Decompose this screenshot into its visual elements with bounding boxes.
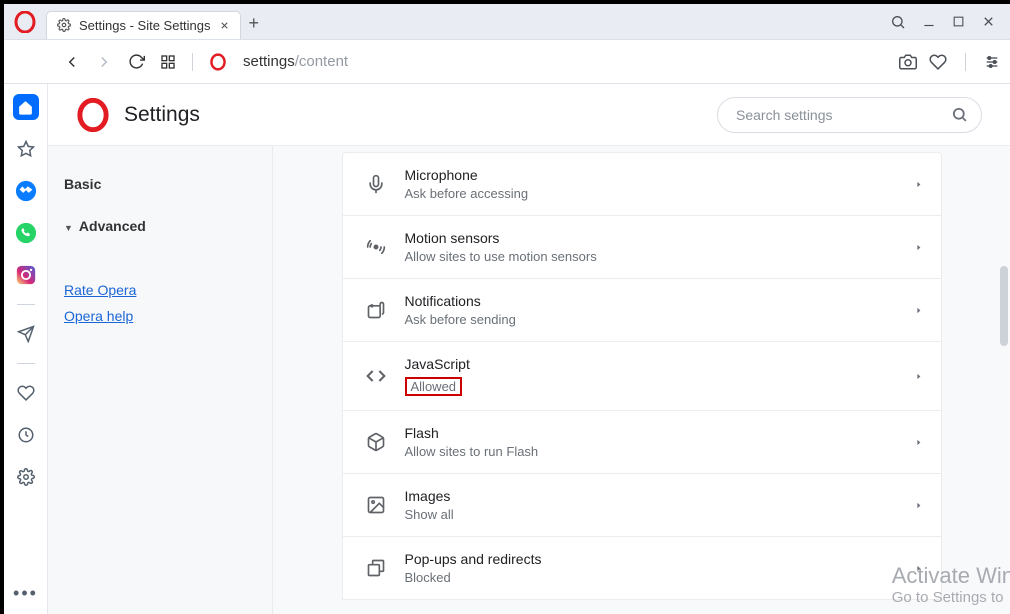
motion-icon (361, 237, 391, 257)
close-button[interactable] (981, 14, 996, 29)
search-icon (951, 106, 968, 123)
new-tab-button[interactable]: + (249, 13, 260, 34)
tab-close-button[interactable] (219, 20, 230, 31)
row-title: Pop-ups and redirects (405, 551, 914, 567)
setting-row-flash[interactable]: Flash Allow sites to run Flash (342, 410, 942, 474)
reload-button[interactable] (122, 48, 150, 76)
opera-logo-icon (76, 98, 110, 132)
easy-setup-icon[interactable] (984, 54, 1000, 70)
row-subtitle: Ask before sending (405, 312, 914, 327)
home-icon[interactable] (13, 94, 39, 120)
settings-gear-icon[interactable] (13, 464, 39, 490)
forward-button[interactable] (90, 48, 118, 76)
chevron-right-icon (914, 564, 923, 573)
minimize-button[interactable] (922, 15, 936, 29)
more-icon[interactable]: ••• (13, 583, 38, 604)
window-controls (890, 14, 1010, 30)
row-subtitle: Allow sites to run Flash (405, 444, 914, 459)
history-icon[interactable] (13, 422, 39, 448)
nav-advanced[interactable]: Advanced (64, 210, 256, 242)
setting-row-javascript[interactable]: JavaScript Allowed (342, 341, 942, 411)
tab-title: Settings - Site Settings (79, 18, 211, 33)
personal-news-icon[interactable] (13, 380, 39, 406)
back-button[interactable] (58, 48, 86, 76)
opera-badge-icon (209, 53, 227, 71)
setting-row-images[interactable]: Images Show all (342, 473, 942, 537)
url-prefix: settings (243, 53, 295, 70)
row-title: Images (405, 488, 914, 504)
setting-row-notifications[interactable]: Notifications Ask before sending (342, 278, 942, 342)
row-subtitle: Ask before accessing (405, 186, 914, 201)
setting-row-motion-sensors[interactable]: Motion sensors Allow sites to use motion … (342, 215, 942, 279)
notify-icon (361, 300, 391, 320)
row-subtitle: Blocked (405, 570, 914, 585)
browser-tab[interactable]: Settings - Site Settings (46, 11, 241, 39)
chevron-right-icon (914, 243, 923, 252)
chevron-right-icon (914, 180, 923, 189)
image-icon (361, 495, 391, 515)
rate-opera-link[interactable]: Rate Opera (64, 282, 256, 298)
whatsapp-icon[interactable] (13, 220, 39, 246)
gear-icon (57, 18, 71, 32)
code-icon (361, 366, 391, 386)
url-display[interactable]: settings/content (243, 53, 348, 70)
row-title: Flash (405, 425, 914, 441)
settings-main: Microphone Ask before accessing Motion sen… (273, 146, 1010, 614)
setting-row-pop-ups-and-redirects[interactable]: Pop-ups and redirects Blocked (342, 536, 942, 600)
opera-logo-icon (14, 11, 36, 33)
row-title: Notifications (405, 293, 914, 309)
highlighted-status: Allowed (405, 377, 463, 396)
scrollbar-thumb[interactable] (1000, 266, 1008, 346)
mic-icon (361, 174, 391, 194)
flow-icon[interactable] (13, 321, 39, 347)
row-subtitle: Allowed (405, 375, 914, 396)
row-title: Motion sensors (405, 230, 914, 246)
row-subtitle: Allow sites to use motion sensors (405, 249, 914, 264)
speed-dial-button[interactable] (154, 48, 182, 76)
chevron-right-icon (914, 501, 923, 510)
setting-row-microphone[interactable]: Microphone Ask before accessing (342, 152, 942, 216)
chevron-right-icon (914, 372, 923, 381)
messenger-icon[interactable] (13, 178, 39, 204)
popup-icon (361, 558, 391, 578)
chevron-right-icon (914, 438, 923, 447)
search-icon[interactable] (890, 14, 906, 30)
address-bar: settings/content (4, 40, 1010, 84)
page-title: Settings (124, 103, 200, 127)
row-subtitle: Show all (405, 507, 914, 522)
url-suffix: /content (295, 53, 348, 70)
chevron-right-icon (914, 306, 923, 315)
nav-basic[interactable]: Basic (64, 168, 256, 200)
opera-help-link[interactable]: Opera help (64, 308, 256, 324)
row-title: Microphone (405, 167, 914, 183)
maximize-button[interactable] (952, 15, 965, 28)
cube-icon (361, 432, 391, 452)
heart-icon[interactable] (929, 53, 947, 71)
bookmarks-icon[interactable] (13, 136, 39, 162)
search-settings-input[interactable] (717, 97, 982, 133)
settings-page: Settings Basic Advanced Rate Opera Opera… (48, 84, 1010, 614)
snapshot-icon[interactable] (899, 53, 917, 71)
browser-sidebar: ••• (4, 84, 48, 614)
row-title: JavaScript (405, 356, 914, 372)
browser-titlebar: Settings - Site Settings + (4, 4, 1010, 40)
settings-nav: Basic Advanced Rate Opera Opera help (48, 146, 273, 614)
instagram-icon[interactable] (13, 262, 39, 288)
settings-header: Settings (48, 84, 1010, 146)
